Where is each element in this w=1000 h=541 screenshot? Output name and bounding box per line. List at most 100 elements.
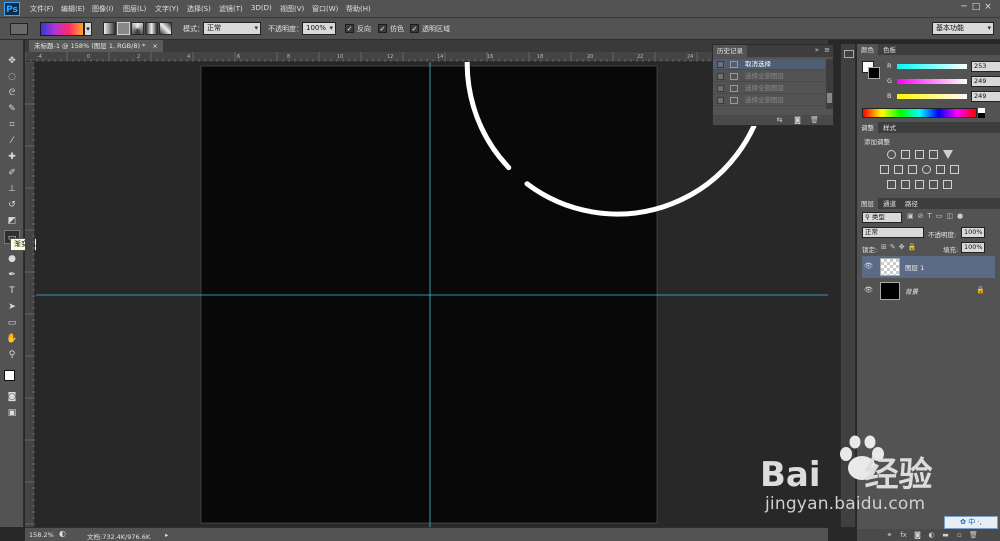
visibility-eye-icon[interactable]: 👁: [864, 262, 873, 270]
curves-icon[interactable]: [915, 150, 924, 159]
tool-preset-picker[interactable]: [10, 23, 28, 35]
marquee-tool-icon[interactable]: ◌: [4, 70, 20, 84]
history-item[interactable]: 选择全部图层: [713, 71, 825, 82]
path-select-tool-icon[interactable]: ➤: [4, 300, 20, 314]
workspace-select[interactable]: 基本功能: [932, 22, 994, 35]
color-lookup-icon[interactable]: [950, 165, 959, 174]
vibrance-icon[interactable]: [943, 150, 953, 159]
background-color-chip[interactable]: [868, 67, 880, 79]
pen-tool-icon[interactable]: ✒: [4, 268, 20, 282]
layer-name[interactable]: 背景: [905, 286, 918, 296]
brush-tool-icon[interactable]: ✐: [4, 166, 20, 180]
zoom-level[interactable]: 158.2%: [29, 531, 54, 539]
history-item[interactable]: 选择全部图层: [713, 95, 825, 106]
close-document-icon[interactable]: ×: [152, 42, 157, 50]
lasso-tool-icon[interactable]: ᘓ: [4, 86, 20, 100]
menu-edit[interactable]: 编辑(E): [61, 4, 85, 14]
menu-select[interactable]: 选择(S): [187, 4, 211, 14]
document-tab[interactable]: 未标题-1 @ 158% (图层 1, RGB/8) * ×: [29, 40, 163, 52]
history-source-box[interactable]: [717, 97, 724, 104]
history-item[interactable]: 选择全部图层: [713, 83, 825, 94]
healing-brush-tool-icon[interactable]: ✚: [4, 150, 20, 164]
close-window-button[interactable]: ×: [982, 2, 994, 14]
status-info-icon[interactable]: ◐: [59, 529, 66, 538]
minimize-button[interactable]: ─: [958, 2, 970, 14]
menu-help[interactable]: 帮助(H): [346, 4, 371, 14]
mask-icon[interactable]: ◙: [913, 531, 922, 539]
green-value-input[interactable]: 249: [971, 76, 1000, 87]
posterize-icon[interactable]: [901, 180, 910, 189]
canvas-workspace[interactable]: [36, 62, 828, 527]
angle-gradient-button[interactable]: [131, 22, 144, 35]
collapse-icon[interactable]: »: [815, 46, 819, 54]
opacity-input[interactable]: 100%: [302, 22, 336, 35]
new-document-from-state-icon[interactable]: ⇆: [775, 116, 784, 124]
color-balance-icon[interactable]: [894, 165, 903, 174]
layer-row-layer1[interactable]: 👁 图层 1: [862, 256, 995, 278]
history-scrollbar[interactable]: [826, 59, 833, 109]
red-value-input[interactable]: 253: [971, 61, 1000, 72]
history-source-box[interactable]: [717, 61, 724, 68]
fill-input[interactable]: 100%: [961, 242, 985, 253]
blue-slider-bar[interactable]: [897, 94, 967, 99]
selective-color-icon[interactable]: [943, 180, 952, 189]
photo-filter-icon[interactable]: [922, 165, 931, 174]
exposure-icon[interactable]: [929, 150, 938, 159]
tab-adjustments[interactable]: 调整: [857, 122, 878, 134]
threshold-icon[interactable]: [915, 180, 924, 189]
folder-icon[interactable]: ▬: [941, 531, 950, 539]
panel-menu-icon[interactable]: ≡: [824, 46, 830, 54]
new-snapshot-icon[interactable]: ◙: [793, 116, 802, 124]
quick-mask-icon[interactable]: ◙: [4, 390, 20, 404]
adjustment-icon[interactable]: ◐: [927, 531, 936, 539]
menu-window[interactable]: 窗口(W): [312, 4, 338, 14]
layer-row-background[interactable]: 👁 背景 🔒: [862, 280, 995, 302]
layer-filter-select[interactable]: ⚲ 类型: [862, 212, 902, 223]
reverse-checkbox[interactable]: ✓: [345, 24, 354, 33]
visibility-eye-icon[interactable]: 👁: [864, 286, 873, 294]
history-panel-icon[interactable]: [844, 50, 854, 58]
menu-type[interactable]: 文字(Y): [155, 4, 179, 14]
dither-checkbox[interactable]: ✓: [378, 24, 387, 33]
maximize-button[interactable]: □: [970, 2, 982, 14]
radial-gradient-button[interactable]: [117, 22, 130, 35]
history-brush-tool-icon[interactable]: ↺: [4, 198, 20, 212]
menu-3d[interactable]: 3D(D): [251, 4, 272, 12]
link-icon[interactable]: ⚭: [885, 531, 894, 539]
red-slider-bar[interactable]: [897, 64, 967, 69]
black-white-icon[interactable]: [908, 165, 917, 174]
menu-file[interactable]: 文件(F): [30, 4, 54, 14]
levels-icon[interactable]: [901, 150, 910, 159]
tab-channels[interactable]: 通道: [879, 198, 900, 210]
ime-toolbar[interactable]: ✿ 中 ·,: [944, 516, 998, 529]
gradient-dropdown-arrow[interactable]: ▾: [84, 22, 92, 36]
layer-blend-mode-select[interactable]: 正常: [862, 227, 924, 238]
brightness-contrast-icon[interactable]: [887, 150, 896, 159]
reflected-gradient-button[interactable]: [145, 22, 158, 35]
gradient-map-icon[interactable]: [929, 180, 938, 189]
layer-name[interactable]: 图层 1: [905, 262, 924, 272]
menu-layer[interactable]: 图层(L): [123, 4, 146, 14]
transparency-checkbox[interactable]: ✓: [410, 24, 419, 33]
linear-gradient-button[interactable]: [103, 22, 116, 35]
history-source-box[interactable]: [717, 73, 724, 80]
menu-image[interactable]: 图像(I): [92, 4, 114, 14]
gradient-preview[interactable]: [40, 22, 84, 36]
shape-tool-icon[interactable]: ▭: [4, 316, 20, 330]
tab-paths[interactable]: 路径: [901, 198, 922, 210]
history-source-box[interactable]: [717, 85, 724, 92]
tab-styles[interactable]: 样式: [879, 122, 900, 134]
foreground-color-swatch[interactable]: [4, 370, 15, 381]
screen-mode-icon[interactable]: ▣: [4, 406, 20, 420]
new-layer-icon[interactable]: ▫: [955, 531, 964, 539]
document-canvas[interactable]: [200, 65, 658, 524]
lock-icons[interactable]: ⊞✎✥🔒: [881, 243, 919, 251]
blue-value-input[interactable]: 249: [971, 91, 1000, 102]
diamond-gradient-button[interactable]: [159, 22, 172, 35]
hand-tool-icon[interactable]: ✋: [4, 332, 20, 346]
hue-saturation-icon[interactable]: [880, 165, 889, 174]
menu-filter[interactable]: 滤镜(T): [219, 4, 243, 14]
green-slider-bar[interactable]: [897, 79, 967, 84]
quick-select-tool-icon[interactable]: ✎: [4, 102, 20, 116]
eyedropper-tool-icon[interactable]: ⁄: [4, 134, 20, 148]
